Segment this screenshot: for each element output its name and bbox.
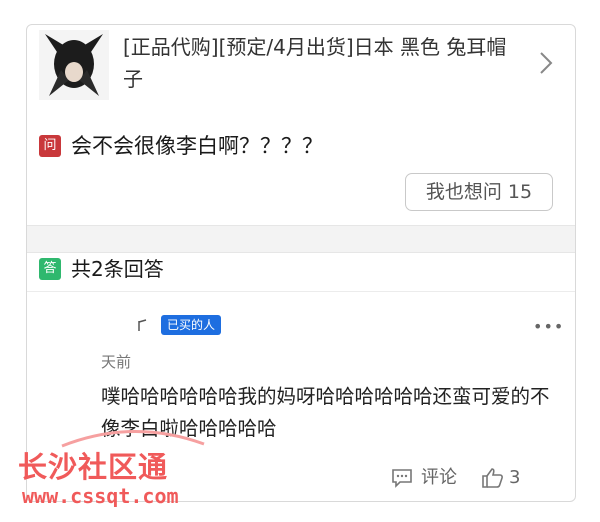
question-text: 会不会很像李白啊？？？？ — [71, 134, 323, 158]
buyer-badge: 已买的人 — [161, 315, 222, 335]
product-thumbnail — [39, 30, 109, 100]
me-too-ask-button[interactable]: 我也想问 15 — [405, 173, 553, 211]
question-tag: 问 — [39, 135, 61, 157]
chevron-right-icon — [540, 52, 553, 74]
answer-time: 天前 — [101, 353, 132, 371]
answer-tag: 答 — [39, 258, 61, 280]
section-divider — [27, 225, 575, 253]
watermark-name: 长沙社区通 — [18, 450, 169, 484]
divider — [27, 291, 575, 292]
like-count: 3 — [509, 467, 521, 488]
watermark-url: www.cssqt.com — [22, 484, 179, 508]
thumbs-up-icon[interactable] — [481, 467, 505, 489]
product-title: [正品代购][预定/4月出货]日本 黑色 兔耳帽子 — [123, 35, 507, 91]
masked-avatar — [138, 319, 147, 331]
answer-count: 共2条回答 — [71, 257, 164, 281]
more-options-icon[interactable]: ••• — [533, 317, 564, 336]
comment-button[interactable]: 评论 — [421, 465, 457, 491]
product-header[interactable]: [正品代购][预定/4月出货]日本 黑色 兔耳帽子 — [27, 25, 575, 113]
comment-icon[interactable] — [391, 467, 413, 489]
